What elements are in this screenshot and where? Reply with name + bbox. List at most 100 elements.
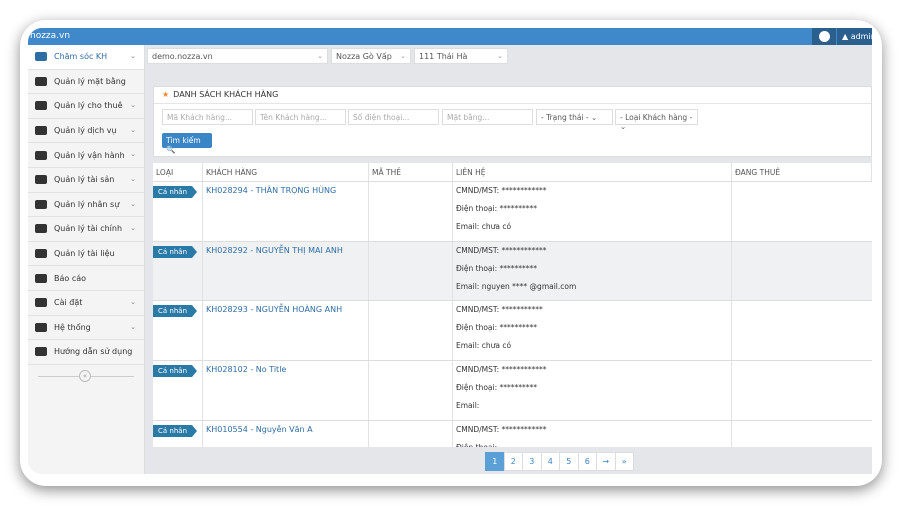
phone: Điện thoại: bbox=[456, 443, 728, 447]
gear-icon bbox=[35, 298, 47, 308]
email: Email: chưa có bbox=[456, 341, 512, 351]
chevron-down-icon: ⌄ bbox=[130, 150, 136, 159]
type-badge: Cá nhân bbox=[153, 305, 198, 318]
id-number: CMND/MST: *********** bbox=[456, 305, 543, 315]
column-header[interactable]: LOẠI bbox=[153, 163, 203, 181]
page-4[interactable]: 5 bbox=[559, 452, 579, 471]
space-input[interactable]: Mặt bằng... bbox=[442, 109, 533, 125]
sidebar-item-label: Quản lý nhân sự bbox=[54, 199, 120, 209]
renting-cell bbox=[732, 361, 872, 420]
customer-cell: KH028293 - NGUYỄN HOÀNG ANH bbox=[203, 301, 369, 361]
user-menu[interactable]: ▲ admin bbox=[837, 28, 872, 45]
sidebar-collapse[interactable]: « bbox=[28, 365, 144, 387]
phone: Điện thoại: ********** bbox=[456, 323, 538, 333]
page-5[interactable]: 6 bbox=[577, 452, 597, 471]
brand[interactable]: nozza.vn bbox=[30, 31, 70, 41]
page-7[interactable]: » bbox=[614, 452, 634, 471]
inbox-icon bbox=[35, 52, 47, 62]
panel-title: ★ DANH SÁCH KHÁCH HÀNG bbox=[154, 87, 871, 104]
sidebar-item-10[interactable]: Cài đặt ⌄ bbox=[28, 291, 144, 316]
sidebar-item-5[interactable]: Quản lý tài sản ⌄ bbox=[28, 168, 144, 193]
customer-type-select[interactable]: - Loại Khách hàng - ⌄ bbox=[615, 109, 698, 131]
customer-name-input[interactable]: Tên Khách hàng... bbox=[255, 109, 346, 125]
sidebar-item-6[interactable]: Quản lý nhân sự ⌄ bbox=[28, 193, 144, 218]
sidebar-item-4[interactable]: Quản lý vận hành ⌄ bbox=[28, 143, 144, 168]
customer-link[interactable]: KH028292 - NGUYỄN THỊ MAI ANH bbox=[206, 246, 343, 255]
email: Email: nguyen **** @gmail.com bbox=[456, 281, 577, 291]
phone-input[interactable]: Số điện thoại... bbox=[348, 109, 439, 125]
customer-cell: KH028102 - No Title bbox=[203, 361, 369, 420]
table-header: LOẠI KHÁCH HÀNG MÃ THẺ LIÊN HỆ ĐANG THUÊ bbox=[153, 163, 872, 182]
status-select[interactable]: - Trạng thái - ⌄ bbox=[536, 109, 613, 125]
sidebar-item-8[interactable]: Quản lý tài liệu bbox=[28, 242, 144, 267]
id-number: CMND/MST: ************ bbox=[456, 365, 547, 375]
card-cell bbox=[369, 420, 453, 447]
column-header[interactable]: MÃ THẺ bbox=[369, 163, 453, 181]
card-cell bbox=[369, 182, 453, 241]
customer-cell: KH010554 - Nguyễn Văn A bbox=[203, 420, 369, 447]
chevron-down-icon: ⌄ bbox=[130, 174, 136, 183]
chevron-down-icon: ⌄ bbox=[130, 52, 136, 60]
language-button[interactable] bbox=[812, 28, 836, 45]
user-name: admin bbox=[850, 32, 872, 41]
page-1[interactable]: 2 bbox=[503, 452, 523, 471]
folder-icon bbox=[35, 175, 47, 185]
page-0[interactable]: 1 bbox=[485, 452, 505, 471]
contact-cell: CMND/MST: ************ Điện thoại: ******… bbox=[453, 182, 732, 241]
phone: Điện thoại: ********** bbox=[456, 204, 538, 213]
top-bar: nozza.vn ▲ admin bbox=[28, 28, 872, 45]
page-3[interactable]: 4 bbox=[540, 452, 560, 471]
chevron-down-icon: ⌄ bbox=[400, 52, 406, 60]
search-button[interactable]: Tìm kiếm 🔍 bbox=[162, 133, 212, 154]
type-badge: Cá nhân bbox=[153, 365, 198, 378]
customer-link[interactable]: KH028102 - No Title bbox=[206, 365, 286, 374]
site-select[interactable]: demo.nozza.vn ⌄ bbox=[147, 48, 328, 64]
contact-cell: CMND/MST: ************ Điện thoại: ******… bbox=[453, 241, 732, 301]
card-cell bbox=[369, 301, 453, 361]
contact-cell: CMND/MST: ************ Điện thoại: ******… bbox=[453, 361, 732, 420]
line-chart-icon bbox=[35, 273, 47, 283]
pagination: 1 2 3 4 5 6 →» bbox=[485, 452, 634, 471]
page-2[interactable]: 3 bbox=[522, 452, 542, 471]
sidebar-item-label: Quản lý tài sản bbox=[54, 175, 115, 185]
branch-select[interactable]: Nozza Gò Vấp ⌄ bbox=[331, 48, 411, 64]
customer-link[interactable]: KH010554 - Nguyễn Văn A bbox=[206, 425, 313, 434]
money-icon bbox=[35, 224, 47, 234]
sidebar-item-9[interactable]: Báo cáo bbox=[28, 266, 144, 291]
column-header[interactable]: LIÊN HỆ bbox=[453, 163, 732, 181]
site-value: demo.nozza.vn bbox=[152, 52, 213, 61]
chevron-down-icon: ⌄ bbox=[130, 199, 136, 208]
sidebar-item-label: Báo cáo bbox=[54, 273, 87, 283]
sidebar-item-label: Cài đặt bbox=[54, 298, 83, 308]
branch-value: Nozza Gò Vấp bbox=[336, 52, 392, 61]
gears-icon bbox=[35, 322, 47, 332]
type-badge: Cá nhân bbox=[153, 186, 198, 198]
building-select[interactable]: 111 Thái Hà ⌄ bbox=[414, 48, 508, 64]
sidebar-item-7[interactable]: Quản lý tài chính ⌄ bbox=[28, 217, 144, 242]
phone: Điện thoại: ********** bbox=[456, 263, 538, 273]
type-cell: Cá nhân bbox=[153, 361, 203, 420]
folder-open-icon bbox=[35, 249, 47, 259]
sidebar-item-1[interactable]: Quản lý mặt bằng bbox=[28, 70, 144, 95]
card-cell bbox=[369, 361, 453, 420]
customer-code-input[interactable]: Mã Khách hàng... bbox=[162, 109, 253, 125]
chevron-down-icon: ⌄ bbox=[130, 322, 136, 331]
column-header[interactable]: ĐANG THUÊ bbox=[732, 163, 872, 181]
email: Email: bbox=[456, 401, 480, 411]
window-frame: nozza.vn ▲ admin Chăm sóc KH ⌄ Quản lý mặt… bbox=[20, 20, 882, 486]
sidebar-item-3[interactable]: Quản lý dịch vụ ⌄ bbox=[28, 119, 144, 144]
sidebar-item-12[interactable]: Hướng dẫn sử dụng bbox=[28, 340, 144, 365]
id-number: CMND/MST: ************ bbox=[456, 186, 547, 195]
renting-cell bbox=[732, 421, 872, 447]
sidebar-item-label: Quản lý mặt bằng bbox=[54, 76, 126, 86]
column-header[interactable]: KHÁCH HÀNG bbox=[203, 163, 369, 181]
sidebar-item-11[interactable]: Hệ thống ⌄ bbox=[28, 316, 144, 341]
sidebar-item-0[interactable]: Chăm sóc KH ⌄ bbox=[28, 45, 144, 70]
sidebar-item-2[interactable]: Quản lý cho thuê ⌄ bbox=[28, 94, 144, 119]
collapse-icon[interactable]: « bbox=[79, 369, 91, 382]
customer-link[interactable]: KH028293 - NGUYỄN HOÀNG ANH bbox=[206, 305, 342, 314]
page-6[interactable]: → bbox=[596, 452, 616, 471]
status-value: - Trạng thái - bbox=[541, 113, 589, 122]
customer-link[interactable]: KH028294 - THÂN TRỌNG HÙNG bbox=[206, 186, 336, 195]
type-value: - Loại Khách hàng - bbox=[620, 113, 693, 122]
